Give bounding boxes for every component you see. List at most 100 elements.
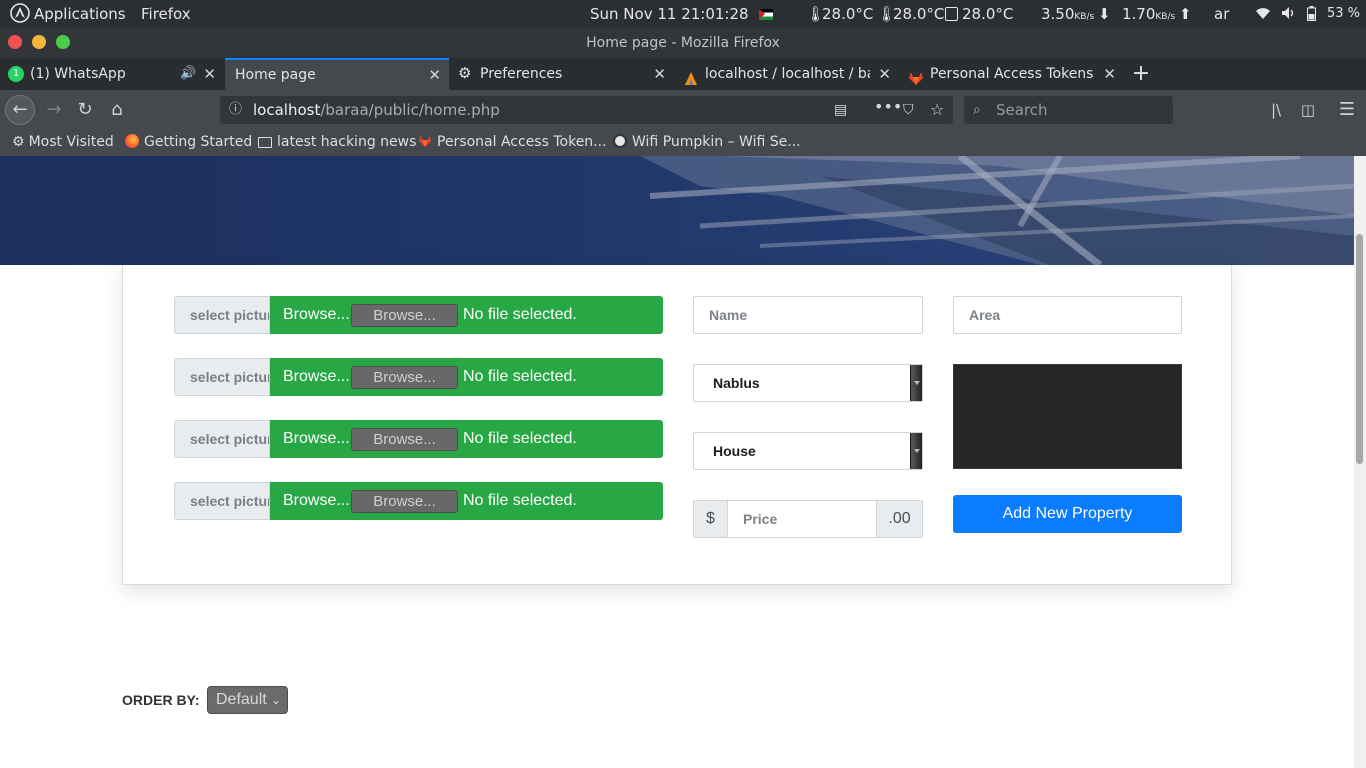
tab-home-label: Home page <box>235 67 316 83</box>
bookmark-wifi-pumpkin[interactable]: Wifi Pumpkin – Wifi Se... <box>613 130 801 156</box>
area-field[interactable]: Area <box>953 296 1182 334</box>
tab-phpmyadmin-label: localhost / localhost / bar <box>705 66 870 82</box>
tab-preferences-label: Preferences <box>480 66 563 82</box>
speaker-icon[interactable]: 🔊 <box>180 58 196 90</box>
menu-icon[interactable]: ☰ <box>1333 96 1361 124</box>
volume-icon[interactable] <box>1281 0 1297 28</box>
home-button[interactable]: ⌂ <box>103 96 131 124</box>
pocket-icon[interactable]: ⛉ <box>903 96 914 124</box>
temperature-1: 28.0°C <box>822 5 874 23</box>
page-actions-icon[interactable]: ••• <box>874 93 902 121</box>
tab-close-icon[interactable]: ✕ <box>203 58 216 90</box>
folder-icon <box>258 137 272 148</box>
search-input[interactable]: ⌕ Search <box>964 96 1173 124</box>
tab-strip: 1 (1) WhatsApp 🔊 ✕ Home page ✕ ⚙ Prefere… <box>0 58 1366 90</box>
tab-home-page[interactable]: Home page ✕ <box>225 58 449 90</box>
keyboard-layout[interactable]: ar <box>1214 0 1229 28</box>
file-status: No file selected. <box>463 492 577 509</box>
url-bar[interactable]: ⓘ localhost/baraa/public/home.php ▤ ••• … <box>220 96 953 124</box>
system-panel: Applications Firefox Sun Nov 11 21:01:28… <box>0 0 1366 28</box>
forward-button[interactable]: → <box>40 96 68 124</box>
battery-icon[interactable] <box>1307 0 1316 28</box>
applications-menu[interactable]: Applications <box>10 0 126 28</box>
tab-whatsapp-label: (1) WhatsApp <box>30 66 126 82</box>
select-picture-label: select picture <box>174 358 270 396</box>
palestine-flag-icon[interactable] <box>759 9 773 20</box>
bookmark-label: Personal Access Token... <box>437 134 607 150</box>
bookmark-personal-access-tokens[interactable]: Personal Access Token... <box>418 130 607 156</box>
bookmarks-toolbar: ⚙ Most Visited Getting Started latest hac… <box>0 130 1366 156</box>
url-text[interactable]: localhost/baraa/public/home.php <box>253 96 500 124</box>
bookmark-latest-hacking-news[interactable]: latest hacking news <box>258 130 416 156</box>
picture-file-input[interactable]: Browse... Browse... No file selected. <box>270 482 663 520</box>
picture-upload-row: select picture Browse... Browse... No fi… <box>174 358 663 396</box>
picture-upload-row: select picture Browse... Browse... No fi… <box>174 420 663 458</box>
chevron-down-icon <box>910 365 922 401</box>
bookmark-label: latest hacking news <box>277 134 417 150</box>
chevron-down-icon: ⌄ <box>270 693 281 707</box>
gear-icon: ⚙ <box>458 64 472 82</box>
search-placeholder: Search <box>996 101 1048 119</box>
browse-label[interactable]: Browse... <box>283 420 350 458</box>
picture-file-input[interactable]: Browse... Browse... No file selected. <box>270 296 663 334</box>
tab-close-icon[interactable]: ✕ <box>428 60 441 90</box>
info-icon[interactable]: ⓘ <box>229 96 242 124</box>
tab-close-icon[interactable]: ✕ <box>878 58 891 90</box>
order-by-value: Default <box>216 691 267 708</box>
tab-close-icon[interactable]: ✕ <box>1103 58 1116 90</box>
tab-gitlab-tokens[interactable]: Personal Access Tokens ✕ <box>900 58 1124 90</box>
browse-button[interactable]: Browse... <box>351 428 458 451</box>
property-type-select[interactable]: House <box>693 432 923 470</box>
tab-phpmyadmin[interactable]: localhost / localhost / bar ✕ <box>675 58 899 90</box>
description-textarea[interactable] <box>953 364 1182 469</box>
download-arrow-icon: ⬇ <box>1098 5 1111 23</box>
name-field[interactable]: Name <box>693 296 923 334</box>
tab-preferences[interactable]: ⚙ Preferences ✕ <box>450 58 674 90</box>
scrollbar-thumb[interactable] <box>1356 234 1363 464</box>
applications-label: Applications <box>34 5 126 23</box>
tab-close-icon[interactable]: ✕ <box>653 58 666 90</box>
whatsapp-icon: 1 <box>8 66 24 82</box>
upload-arrow-icon: ⬆ <box>1179 5 1192 23</box>
cents-addon: .00 <box>876 500 923 538</box>
add-new-property-button[interactable]: Add New Property <box>953 495 1182 533</box>
phpmyadmin-icon <box>683 66 699 85</box>
reload-button[interactable]: ↻ <box>71 96 99 124</box>
browse-label[interactable]: Browse... <box>283 482 350 520</box>
download-speed-value: 3.50 <box>1041 5 1075 23</box>
browse-label[interactable]: Browse... <box>283 296 350 334</box>
browse-label[interactable]: Browse... <box>283 358 350 396</box>
picture-file-input[interactable]: Browse... Browse... No file selected. <box>270 420 663 458</box>
picture-file-input[interactable]: Browse... Browse... No file selected. <box>270 358 663 396</box>
hero-building-image <box>0 156 1354 265</box>
browse-button[interactable]: Browse... <box>351 490 458 513</box>
browse-button[interactable]: Browse... <box>351 304 458 327</box>
new-tab-button[interactable]: + <box>1125 58 1157 90</box>
property-type-value: House <box>713 443 756 459</box>
select-picture-label: select picture <box>174 296 270 334</box>
pumpkin-icon <box>613 134 627 148</box>
bookmark-most-visited[interactable]: ⚙ Most Visited <box>12 130 114 156</box>
picture-upload-row: select picture Browse... Browse... No fi… <box>174 296 663 334</box>
price-field[interactable]: Price <box>727 500 877 538</box>
upload-speed-unit: KB/s <box>1155 12 1176 22</box>
url-path: /baraa/public/home.php <box>320 101 500 119</box>
file-status: No file selected. <box>463 306 577 323</box>
browse-button[interactable]: Browse... <box>351 366 458 389</box>
library-icon[interactable]: |\ <box>1262 96 1290 124</box>
city-select[interactable]: Nablus <box>693 364 923 402</box>
tab-whatsapp[interactable]: 1 (1) WhatsApp 🔊 ✕ <box>0 58 224 90</box>
bookmark-star-icon[interactable]: ☆ <box>930 96 944 124</box>
bookmark-label: Most Visited <box>28 134 114 150</box>
wifi-icon[interactable] <box>1255 0 1271 28</box>
back-button[interactable]: ← <box>5 95 35 125</box>
window-titlebar: Home page - Mozilla Firefox <box>0 28 1366 58</box>
window-title: Home page - Mozilla Firefox <box>586 35 780 51</box>
bookmark-getting-started[interactable]: Getting Started <box>125 130 252 156</box>
sidebar-icon[interactable]: ◫ <box>1294 96 1322 124</box>
reader-view-icon[interactable]: ▤ <box>834 96 847 124</box>
clock[interactable]: Sun Nov 11 21:01:28 <box>590 0 749 28</box>
firefox-app-menu[interactable]: Firefox <box>141 0 191 28</box>
select-picture-label: select picture <box>174 482 270 520</box>
order-by-select[interactable]: Default ⌄ <box>207 686 288 714</box>
